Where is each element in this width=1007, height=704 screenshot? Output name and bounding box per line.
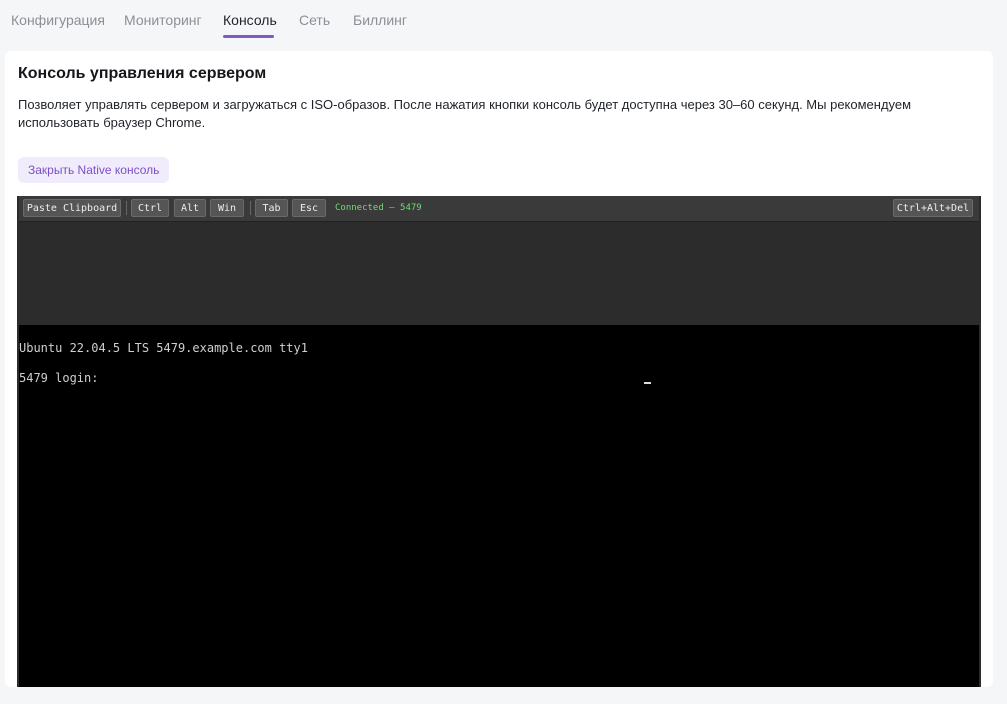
toolbar-separator <box>250 201 251 215</box>
ctrl-key-button[interactable]: Ctrl <box>131 199 169 217</box>
tab-billing[interactable]: Биллинг <box>353 12 407 28</box>
win-key-button[interactable]: Win <box>210 199 244 217</box>
console-description: Позволяет управлять сервером и загружать… <box>18 97 912 130</box>
tab-configuration[interactable]: Конфигурация <box>11 12 105 28</box>
tab-bar: Конфигурация Мониторинг Консоль Сеть Бил… <box>0 0 1007 42</box>
vnc-toolbar: Paste Clipboard Ctrl Alt Win Tab Esc Con… <box>19 196 979 222</box>
tab-network[interactable]: Сеть <box>299 12 330 28</box>
toolbar-separator <box>126 201 127 215</box>
connection-status: Connected — 5479 <box>335 203 422 213</box>
esc-key-button[interactable]: Esc <box>292 199 326 217</box>
console-card: Консоль управления сервером Позволяет уп… <box>5 51 993 687</box>
close-native-console-button[interactable]: Закрыть Native консоль <box>18 157 170 183</box>
text-cursor <box>644 382 651 384</box>
ctrl-alt-del-button[interactable]: Ctrl+Alt+Del <box>893 199 973 217</box>
login-prompt: 5479 login: <box>19 371 99 385</box>
terminal-banner: Ubuntu 22.04.5 LTS 5479.example.com tty1 <box>19 341 308 355</box>
active-tab-indicator <box>223 35 274 38</box>
alt-key-button[interactable]: Alt <box>174 199 206 217</box>
tab-key-button[interactable]: Tab <box>255 199 288 217</box>
vnc-viewport-padding <box>19 222 979 325</box>
vnc-console[interactable]: Paste Clipboard Ctrl Alt Win Tab Esc Con… <box>17 196 981 687</box>
page-title: Консоль управления сервером <box>18 65 267 82</box>
paste-clipboard-button[interactable]: Paste Clipboard <box>23 199 121 217</box>
tab-monitoring[interactable]: Мониторинг <box>124 12 202 28</box>
tab-console[interactable]: Консоль <box>223 12 277 28</box>
